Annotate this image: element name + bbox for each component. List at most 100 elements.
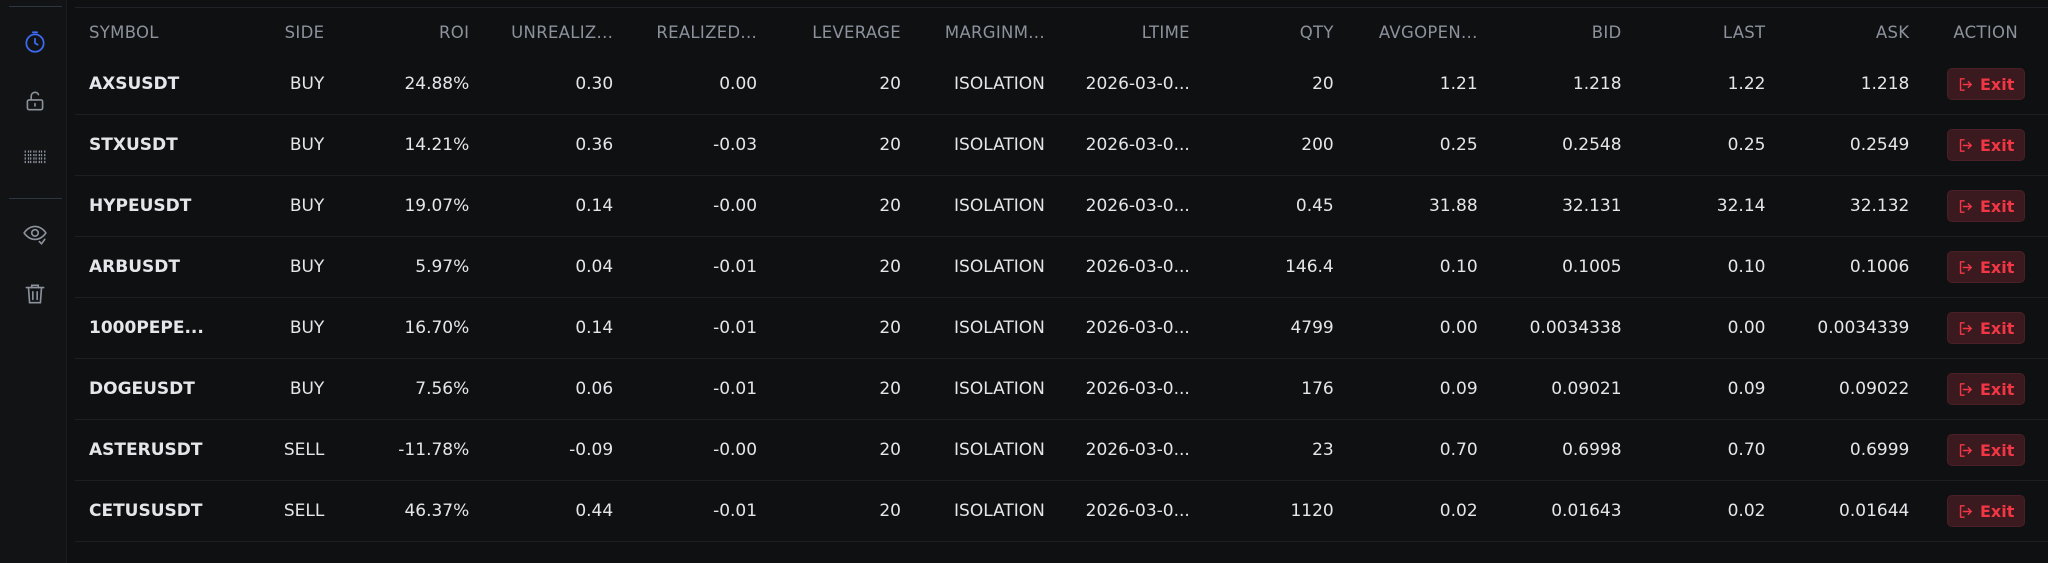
cell-realized: 0.00: [627, 54, 772, 115]
cell-roi: 5.97%: [338, 236, 484, 298]
cell-ltime: 2026-03-0...: [1058, 114, 1204, 176]
cell-ask: 0.2549: [1779, 114, 1924, 176]
cell-action: Exit: [1923, 419, 2048, 481]
column-header-side[interactable]: SIDE: [240, 10, 338, 54]
column-header-roi[interactable]: ROI: [338, 10, 483, 54]
cell-ask: 1.218: [1779, 54, 1924, 115]
cell-last: 0.25: [1635, 114, 1780, 176]
cell-action: Exit: [1923, 114, 2048, 176]
cell-ask: 0.6999: [1779, 419, 1924, 481]
cell-ask: 0.0034339: [1779, 297, 1924, 359]
barcode-icon[interactable]: [21, 143, 49, 171]
column-header-realized[interactable]: REALIZED...: [627, 10, 771, 54]
exit-icon: [1959, 321, 1972, 335]
eye-icon[interactable]: [21, 220, 49, 248]
cell-margin: ISOLATION: [914, 358, 1059, 420]
cell-last: 1.22: [1635, 54, 1780, 115]
table-row: HYPEUSDT BUY 19.07% 0.14 -0.00 20 ISOLAT…: [75, 175, 2048, 237]
cell-action: Exit: [1923, 54, 2048, 115]
exit-button-label: Exit: [1979, 501, 2015, 521]
cell-roi: 14.21%: [338, 114, 484, 176]
cell-ask: 32.132: [1779, 175, 1924, 237]
column-header-symbol[interactable]: SYMBOL: [75, 10, 240, 54]
cell-unrealized: 0.36: [483, 114, 628, 176]
cell-qty: 200: [1203, 114, 1348, 176]
cell-action: Exit: [1923, 480, 2048, 542]
app-window: SYMBOL SIDE ROI UNREALIZ... REALIZED... …: [0, 0, 2048, 563]
cell-bid: 0.1005: [1491, 236, 1636, 298]
sidebar-divider: [9, 6, 62, 7]
cell-avgopen: 0.25: [1347, 114, 1492, 176]
cell-ltime: 2026-03-0...: [1058, 358, 1204, 420]
exit-button[interactable]: Exit: [1946, 129, 2025, 161]
column-header-action: ACTION: [1953, 22, 2018, 42]
cell-margin: ISOLATION: [914, 236, 1059, 298]
cell-unrealized: 0.30: [483, 54, 628, 115]
cell-realized: -0.01: [627, 358, 772, 420]
cell-bid: 0.0034338: [1491, 297, 1636, 359]
exit-button[interactable]: Exit: [1946, 312, 2025, 344]
column-header-qty[interactable]: QTY: [1204, 10, 1348, 54]
cell-side: SELL: [240, 419, 339, 481]
exit-button[interactable]: Exit: [1946, 251, 2025, 283]
cell-avgopen: 0.00: [1347, 297, 1492, 359]
cell-margin: ISOLATION: [914, 480, 1059, 542]
column-header-leverage[interactable]: LEVERAGE: [771, 10, 915, 54]
exit-button[interactable]: Exit: [1946, 190, 2025, 222]
cell-action: Exit: [1923, 297, 2048, 359]
exit-button[interactable]: Exit: [1946, 495, 2025, 527]
cell-qty: 146.4: [1203, 236, 1348, 298]
cell-realized: -0.01: [627, 236, 772, 298]
exit-button[interactable]: Exit: [1946, 68, 2025, 100]
exit-button-label: Exit: [1979, 74, 2015, 94]
column-header-bid[interactable]: BID: [1492, 10, 1636, 54]
cell-leverage: 20: [771, 236, 915, 298]
table-row: ARBUSDT BUY 5.97% 0.04 -0.01 20 ISOLATIO…: [75, 236, 2048, 298]
column-header-ltime[interactable]: LTIME: [1059, 10, 1204, 54]
column-header-ask[interactable]: ASK: [1779, 10, 1923, 54]
trash-icon[interactable]: [21, 280, 49, 308]
cell-bid: 32.131: [1491, 175, 1636, 237]
positions-table: SYMBOL SIDE ROI UNREALIZ... REALIZED... …: [75, 10, 2048, 542]
column-header-last[interactable]: LAST: [1636, 10, 1780, 54]
cell-action: Exit: [1923, 358, 2048, 420]
table-row: AXSUSDT BUY 24.88% 0.30 0.00 20 ISOLATIO…: [75, 54, 2048, 115]
cell-last: 0.70: [1635, 419, 1780, 481]
exit-button[interactable]: Exit: [1946, 434, 2025, 466]
cell-qty: 176: [1203, 358, 1348, 420]
cell-symbol: ASTERUSDT: [75, 419, 241, 481]
exit-button[interactable]: Exit: [1946, 373, 2025, 405]
unlock-icon[interactable]: [21, 87, 49, 115]
cell-side: BUY: [240, 175, 339, 237]
cell-margin: ISOLATION: [914, 114, 1059, 176]
cell-leverage: 20: [771, 114, 915, 176]
cell-symbol: CETUSUSDT: [75, 480, 241, 542]
cell-side: BUY: [240, 54, 339, 115]
column-header-margin[interactable]: MARGINM...: [915, 10, 1059, 54]
column-header-avgopen[interactable]: AVGOPEN...: [1348, 10, 1492, 54]
cell-margin: ISOLATION: [914, 297, 1059, 359]
exit-icon: [1959, 382, 1972, 396]
cell-side: BUY: [240, 358, 339, 420]
cell-roi: 16.70%: [338, 297, 484, 359]
cell-last: 0.00: [1635, 297, 1780, 359]
cell-ltime: 2026-03-0...: [1058, 297, 1204, 359]
cell-roi: 19.07%: [338, 175, 484, 237]
cell-unrealized: -0.09: [483, 419, 628, 481]
cell-roi: -11.78%: [338, 419, 484, 481]
cell-qty: 4799: [1203, 297, 1348, 359]
exit-button-label: Exit: [1979, 440, 2015, 460]
cell-symbol: DOGEUSDT: [75, 358, 241, 420]
cell-realized: -0.01: [627, 480, 772, 542]
exit-icon: [1959, 260, 1972, 274]
clock-icon[interactable]: [21, 28, 49, 56]
cell-avgopen: 0.70: [1347, 419, 1492, 481]
cell-symbol: 1000PEPE...: [75, 297, 241, 359]
cell-last: 32.14: [1635, 175, 1780, 237]
positions-panel: SYMBOL SIDE ROI UNREALIZ... REALIZED... …: [75, 0, 2048, 563]
cell-symbol: AXSUSDT: [75, 54, 241, 115]
cell-bid: 0.01643: [1491, 480, 1636, 542]
cell-leverage: 20: [771, 419, 915, 481]
cell-leverage: 20: [771, 297, 915, 359]
column-header-unrealized[interactable]: UNREALIZ...: [483, 10, 627, 54]
